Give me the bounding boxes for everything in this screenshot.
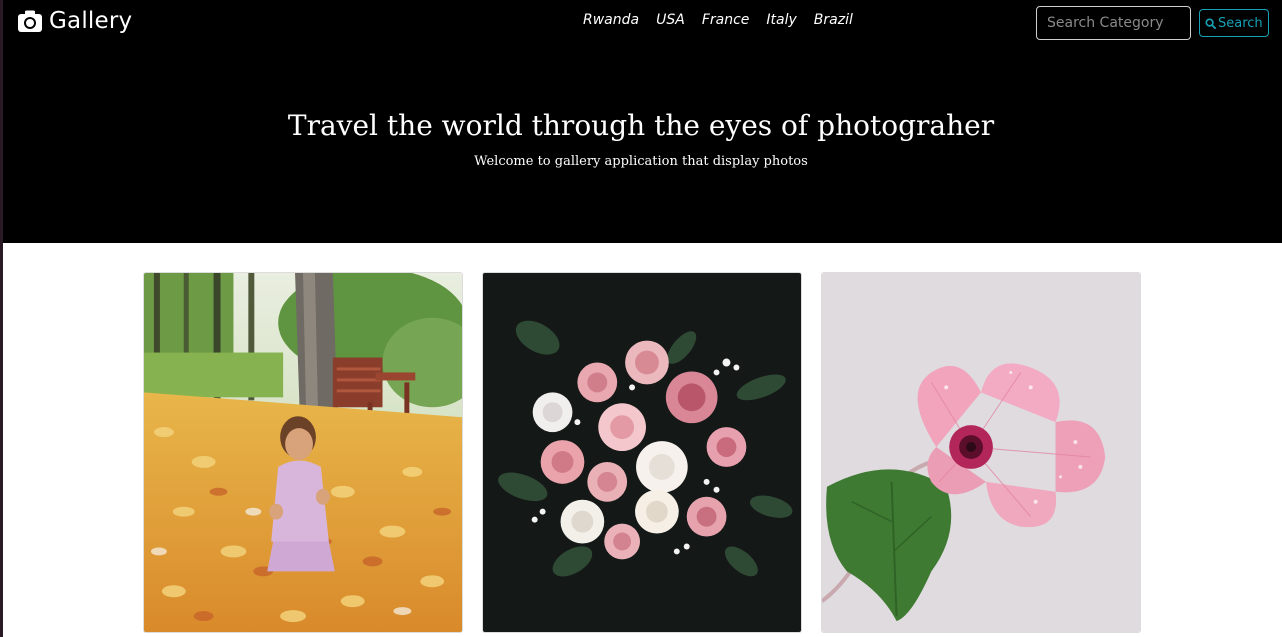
search-button[interactable]: Search — [1199, 9, 1269, 37]
brand-name: Gallery — [49, 8, 133, 34]
photo-autumn-child — [144, 273, 462, 632]
nav-links: Rwanda USA France Italy Brazil — [583, 12, 870, 28]
nav-link-italy[interactable]: Italy — [766, 12, 796, 28]
hero-title: Travel the world through the eyes of pho… — [287, 109, 995, 142]
window-edge — [0, 0, 3, 637]
photo-card-rose-bouquet[interactable] — [482, 272, 802, 633]
photo-card-autumn-child[interactable] — [143, 272, 463, 633]
hero-subtitle: Welcome to gallery application that disp… — [474, 154, 808, 169]
nav-link-france[interactable]: France — [702, 12, 750, 28]
page: Gallery Rwanda USA France Italy Brazil S… — [0, 0, 1282, 637]
photo-rose-bouquet — [483, 273, 801, 632]
search-input[interactable] — [1036, 6, 1191, 40]
nav-link-brazil[interactable]: Brazil — [814, 12, 853, 28]
nav-link-rwanda[interactable]: Rwanda — [583, 12, 639, 28]
brand-link[interactable]: Gallery — [17, 5, 132, 37]
camera-icon — [17, 9, 43, 33]
navbar: Gallery Rwanda USA France Italy Brazil S… — [0, 0, 1282, 46]
photo-gallery — [0, 243, 1282, 637]
search-icon — [1205, 17, 1216, 29]
nav-link-usa[interactable]: USA — [656, 12, 685, 28]
photo-pink-flower — [822, 273, 1140, 632]
search-button-label: Search — [1218, 15, 1263, 31]
search-form: Search — [1036, 6, 1269, 40]
hero-header: Gallery Rwanda USA France Italy Brazil S… — [0, 0, 1282, 243]
photo-card-pink-flower[interactable] — [821, 272, 1141, 633]
